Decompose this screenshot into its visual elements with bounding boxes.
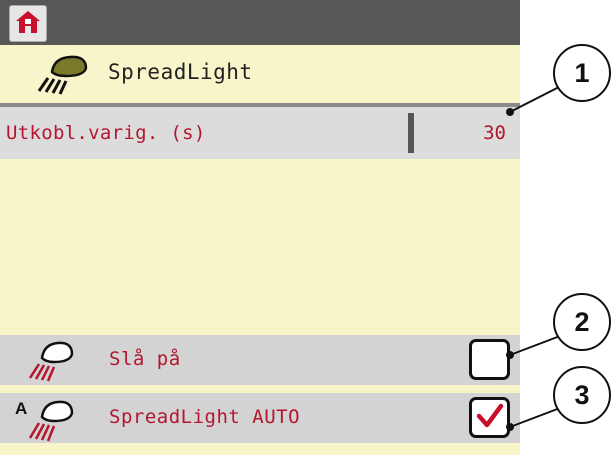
callout-2: 2	[553, 293, 611, 351]
callout-leader-lines	[506, 86, 561, 431]
callout-3: 3	[553, 366, 611, 424]
callout-1: 1	[553, 44, 611, 102]
